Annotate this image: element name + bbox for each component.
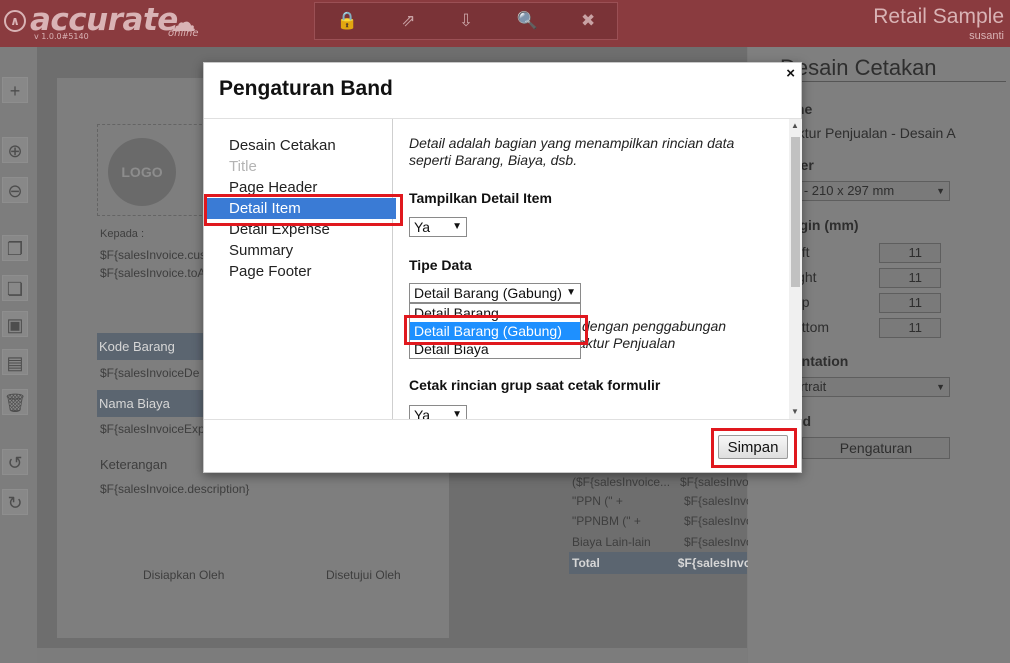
add-icon[interactable]: + (2, 77, 28, 103)
export-icon[interactable]: ⇗ (401, 11, 415, 31)
summary-row-label: ($F{salesInvoice... (572, 475, 671, 489)
kepada-label: Kepada : (100, 228, 145, 240)
orientation-select[interactable]: ortrait ▼ (788, 377, 950, 397)
copy-icon[interactable]: ❐ (2, 235, 28, 261)
data-type-value: Detail Barang (Gabung) (414, 285, 562, 301)
data-type-select[interactable]: Detail Barang (Gabung) ▼ (409, 283, 581, 303)
summary-row-value: $F{salesInvo (684, 535, 753, 549)
summary-row-value: $F{salesInvo (680, 475, 749, 489)
lock-icon[interactable]: 🔒 (337, 11, 358, 31)
brand-sub: online (168, 28, 199, 39)
group-print-select[interactable]: Ya ▼ (409, 405, 467, 419)
chevron-down-icon: ▼ (452, 409, 462, 419)
app-header: ∧ accurate ☁ v 1.0.0#5140 online 🔒 ⇗ ⇩ 🔍… (0, 0, 1010, 47)
chevron-down-icon: ▼ (936, 382, 945, 392)
accurate-logo-icon: ∧ (4, 10, 26, 32)
margin-left-input[interactable]: 11 (879, 243, 941, 263)
chevron-down-icon: ▼ (566, 287, 576, 298)
band-settings-form: Detail adalah bagian yang menampilkan ri… (394, 119, 789, 419)
summary-row-label: Biaya Lain-lain (572, 535, 651, 549)
dialog-title: Pengaturan Band (219, 77, 393, 100)
download-icon[interactable]: ⇩ (459, 11, 473, 31)
band-description: Detail adalah bagian yang menampilkan ri… (409, 135, 735, 168)
nama-biaya-header: Nama Biaya (97, 390, 203, 417)
canvas-horizontal-scrollbar[interactable] (37, 648, 747, 663)
group-print-value: Ya (414, 407, 431, 419)
data-type-desc-line1: dengan penggabungan (582, 318, 727, 334)
properties-title: Desain Cetakan (780, 55, 937, 80)
redo-icon[interactable]: ↻ (2, 489, 28, 515)
close-icon[interactable]: × (786, 65, 795, 82)
margin-top-input[interactable]: 11 (879, 293, 941, 313)
summary-row-label: "PPN (" + (572, 494, 623, 508)
band-settings-button[interactable]: Pengaturan (802, 437, 950, 459)
show-detail-label: Tampilkan Detail Item (409, 190, 552, 206)
preview-icon[interactable]: 🔍 (516, 11, 537, 31)
paper-value: 4 - 210 x 297 mm (793, 183, 895, 198)
scroll-down-icon[interactable]: ▼ (791, 407, 799, 416)
disetujui-label: Disetujui Oleh (326, 568, 401, 582)
show-detail-value: Ya (414, 219, 431, 235)
zoom-out-icon[interactable]: ⊖ (2, 177, 28, 203)
company-info: Retail Sample susanti (873, 5, 1004, 42)
paper-select[interactable]: 4 - 210 x 297 mm ▼ (788, 181, 950, 201)
band-item-page-footer[interactable]: Page Footer (206, 261, 396, 282)
app-version: v 1.0.0#5140 (34, 32, 89, 41)
scroll-up-icon[interactable]: ▲ (791, 121, 799, 130)
bring-front-icon[interactable]: ▣ (2, 311, 28, 337)
total-row: Total $F{salesInvo (569, 552, 751, 574)
kode-barang-header: Kode Barang (97, 333, 203, 360)
save-highlight (711, 428, 797, 468)
margin-bottom-input[interactable]: 11 (879, 318, 941, 338)
total-label: Total (572, 556, 600, 570)
delete-icon[interactable]: 🗑 (2, 389, 28, 415)
band-item-title: Title (229, 158, 257, 175)
keterangan-label: Keterangan (100, 457, 168, 472)
properties-divider (780, 81, 1006, 82)
group-print-label: Cetak rincian grup saat cetak formulir (409, 377, 661, 393)
band-list: Desain Cetakan Title Page Header Detail … (204, 119, 396, 419)
data-type-highlight (404, 315, 588, 345)
band-item-desain-cetakan[interactable]: Desain Cetakan (206, 135, 396, 156)
undo-icon[interactable]: ↺ (2, 449, 28, 475)
data-type-description: dengan penggabungan aktur Penjualan (578, 318, 727, 352)
send-back-icon[interactable]: ▤ (2, 349, 28, 375)
user-name: susanti (969, 30, 1004, 42)
scrollbar-thumb[interactable] (791, 137, 800, 287)
margin-label: rgin (mm) (794, 217, 859, 233)
show-detail-select[interactable]: Ya ▼ (409, 217, 467, 237)
company-name: Retail Sample (873, 5, 1004, 28)
summary-row-label: "PPNBM (" + (572, 514, 641, 528)
left-toolbar: + ⊕ ⊖ ❐ ❏ ▣ ▤ 🗑 ↺ ↻ (0, 47, 37, 663)
dialog-footer-divider (204, 419, 801, 420)
expense-field: $F{salesInvoiceExp (100, 422, 205, 436)
data-type-label: Tipe Data (409, 257, 472, 273)
chevron-down-icon: ▼ (452, 221, 462, 232)
top-toolbar: 🔒 ⇗ ⇩ 🔍 ✖ (314, 2, 618, 40)
customer-field: $F{salesInvoice.cus (100, 248, 207, 262)
chevron-down-icon: ▼ (936, 186, 945, 196)
description-field: $F{salesInvoice.description} (100, 482, 250, 496)
margin-right-input[interactable]: 11 (879, 268, 941, 288)
name-value: aktur Penjualan - Desain A (790, 125, 956, 141)
disiapkan-label: Disiapkan Oleh (143, 568, 225, 582)
paste-icon[interactable]: ❏ (2, 275, 28, 301)
logo-placeholder: LOGO (108, 138, 176, 206)
close-icon[interactable]: ✖ (581, 11, 595, 31)
settings-scrollbar[interactable]: ▲ ▼ (789, 119, 802, 419)
to-address-field: $F{salesInvoice.toA (100, 266, 206, 280)
band-item-summary[interactable]: Summary (206, 240, 396, 261)
total-value: $F{salesInvo (677, 556, 752, 570)
detail-item-highlight (204, 194, 403, 226)
summary-row-value: $F{salesInvo (684, 514, 753, 528)
detail-field: $F{salesInvoiceDe (100, 366, 200, 380)
band-settings-dialog: Pengaturan Band × Desain Cetakan Title P… (203, 62, 802, 473)
zoom-in-icon[interactable]: ⊕ (2, 137, 28, 163)
data-type-desc-line2: aktur Penjualan (578, 335, 676, 351)
summary-row-value: $F{salesInvo (684, 494, 753, 508)
